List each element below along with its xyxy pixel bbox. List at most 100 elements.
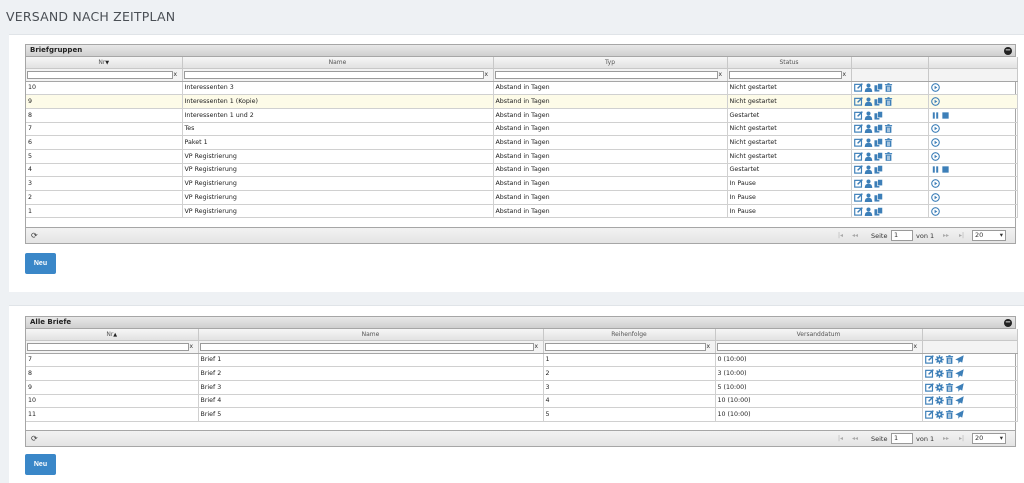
user-icon[interactable] [864,206,873,216]
page-size-select[interactable]: 20 ▾ [972,230,1006,242]
table-row[interactable]: 10 Interessenten 3 Abstand in Tagen Nicht g… [26,81,1018,96]
gear-icon[interactable] [934,355,944,365]
send-icon[interactable] [954,396,964,406]
edit-icon[interactable] [853,124,863,134]
table-row[interactable]: 9 Interessenten 1 (Kopie) Abstand in Tagen… [26,94,1018,109]
trash-icon[interactable] [884,83,893,93]
edit-icon[interactable] [853,138,863,147]
trash-icon[interactable] [945,410,954,419]
page-input[interactable]: 1 [891,230,913,242]
table-row[interactable]: 6 Paket 1 Abstand in Tagen Nicht gestartet [26,135,1018,150]
edit-icon[interactable] [853,83,863,93]
clear-filter-icon[interactable]: x [174,71,178,78]
play-icon[interactable] [930,83,940,93]
user-icon[interactable] [864,97,873,107]
play-icon[interactable] [930,124,940,134]
clear-filter-icon[interactable]: x [719,71,723,78]
clear-filter-icon[interactable]: x [843,71,847,78]
pause-icon[interactable] [931,165,940,174]
play-icon[interactable] [930,179,940,188]
edit-icon[interactable] [853,151,863,161]
trash-icon[interactable] [945,396,954,406]
prev-page-icon[interactable]: ◂◂ [852,435,858,442]
first-page-icon[interactable]: |◂ [838,232,843,239]
gear-icon[interactable] [934,382,944,392]
gear-icon[interactable] [934,410,944,419]
table-row[interactable]: 1 VP Registrierung Abstand in Tagen In Paus… [26,204,1018,219]
user-icon[interactable] [864,83,873,93]
table-row[interactable]: 7 Tes Abstand in Tagen Nicht gestartet [26,122,1018,137]
copy-icon[interactable] [873,138,883,147]
page-size-select[interactable]: 20 ▾ [972,432,1006,444]
pause-icon[interactable] [931,111,940,120]
prev-page-icon[interactable]: ◂◂ [852,232,858,239]
page-input[interactable]: 1 [891,432,913,444]
play-icon[interactable] [930,97,940,106]
table-row[interactable]: 8 Interessenten 1 und 2 Abstand in Tagen Ge… [26,108,1018,123]
first-page-icon[interactable]: |◂ [838,435,843,442]
table-row[interactable]: 4 VP Registrierung Abstand in Tagen Gestart… [26,163,1018,178]
send-icon[interactable] [954,355,964,365]
edit-icon[interactable] [924,369,934,378]
trash-icon[interactable] [945,355,954,365]
trash-icon[interactable] [945,369,954,378]
stop-icon[interactable] [941,111,950,120]
user-icon[interactable] [864,179,873,189]
clear-filter-icon[interactable]: x [190,343,194,350]
table-row[interactable]: 5 VP Registrierung Abstand in Tagen Nicht g… [26,149,1018,164]
play-icon[interactable] [930,151,940,161]
edit-icon[interactable] [853,206,863,216]
copy-icon[interactable] [873,110,883,120]
column-header-reihenfolge[interactable]: Reihenfolge [543,329,716,341]
edit-icon[interactable] [853,165,863,175]
filter-versanddatum-input[interactable] [716,342,913,351]
edit-icon[interactable] [853,110,863,120]
column-header-typ[interactable]: Typ [493,57,728,69]
stop-icon[interactable] [941,165,950,174]
user-icon[interactable] [864,165,873,175]
new-brief-button[interactable]: Neu [25,454,56,475]
filter-nr-input[interactable] [27,342,189,351]
play-icon[interactable] [930,193,940,202]
filter-nr-input[interactable] [27,70,173,79]
user-icon[interactable] [864,193,873,202]
copy-icon[interactable] [873,165,883,175]
edit-icon[interactable] [924,396,934,406]
clear-filter-icon[interactable]: x [707,343,711,350]
table-row[interactable]: 7 Brief 110 (10:00) [26,353,1018,368]
column-header-versanddatum[interactable]: Versanddatum [715,329,923,341]
edit-icon[interactable] [924,382,934,392]
refresh-icon[interactable]: ⟳ [31,434,38,443]
table-row[interactable]: 11 Brief 5 5 10 (10:00) [26,407,1018,422]
user-icon[interactable] [864,138,873,148]
collapse-icon[interactable]: − [1004,47,1012,55]
filter-reihenfolge-input[interactable] [544,342,706,351]
table-row[interactable]: 2 VP Registrierung Abstand in Tagen In Paus… [26,190,1018,205]
copy-icon[interactable] [873,206,883,216]
copy-icon[interactable] [873,179,883,188]
trash-icon[interactable] [884,151,893,161]
edit-icon[interactable] [853,192,863,202]
send-icon[interactable] [954,410,964,419]
last-page-icon[interactable]: ▸| [959,435,964,442]
edit-icon[interactable] [924,355,934,365]
copy-icon[interactable] [873,83,883,92]
column-header-status[interactable]: Status [727,57,852,69]
play-icon[interactable] [930,138,940,147]
column-header-nr[interactable]: Nr▼ [26,57,183,69]
clear-filter-icon[interactable]: x [485,71,489,78]
next-page-icon[interactable]: ▸▸ [943,435,949,442]
refresh-icon[interactable]: ⟳ [31,231,38,240]
column-header-nr[interactable]: Nr▲ [26,329,199,341]
edit-icon[interactable] [924,410,934,419]
trash-icon[interactable] [884,97,893,106]
user-icon[interactable] [864,111,873,120]
new-briefgruppe-button[interactable]: Neu [25,253,56,274]
copy-icon[interactable] [873,192,883,202]
copy-icon[interactable] [873,151,883,161]
table-row[interactable]: 8 Brief 223 (10:00) [26,366,1018,381]
user-icon[interactable] [864,152,873,161]
table-row[interactable]: 10 Brief 4 4 10 (10:00) [26,394,1018,409]
filter-name-input[interactable] [199,342,534,351]
trash-icon[interactable] [945,382,954,392]
